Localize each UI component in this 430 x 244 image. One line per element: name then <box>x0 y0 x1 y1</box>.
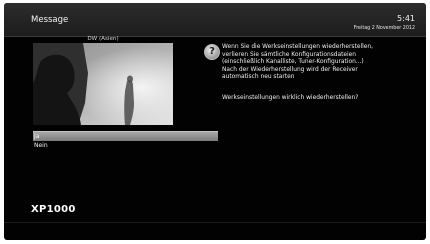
preview-channel-name: DW (Asien) <box>87 36 119 42</box>
receiver-model: XP1000 <box>31 204 76 215</box>
choice-no[interactable]: Nein <box>33 141 218 150</box>
header-bar: Message 5:41 Freitag 2 November 2012 <box>4 3 426 37</box>
tv-screen: Message 5:41 Freitag 2 November 2012 DW … <box>4 3 426 240</box>
window-title: Message <box>31 15 69 25</box>
choice-yes[interactable]: Ja <box>33 131 218 141</box>
question-icon: ? <box>204 44 220 60</box>
dialog-message: Wenn Sie die Werkseinstellungen wiederhe… <box>222 44 373 81</box>
dialog-question: Werkseinstellungen wirklich wiederherste… <box>222 95 359 101</box>
clock-time: 5:41 <box>397 14 415 23</box>
footer-divider <box>4 222 426 223</box>
clock-date: Freitag 2 November 2012 <box>353 26 415 31</box>
live-tv-preview <box>33 43 173 125</box>
